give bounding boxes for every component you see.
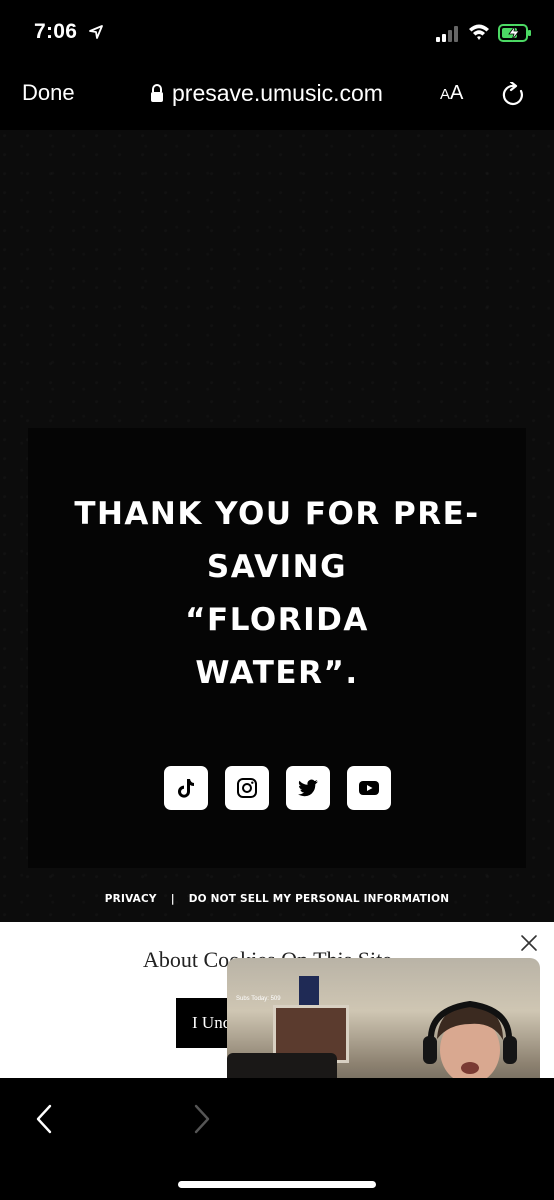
status-bar: 7:06 (0, 0, 554, 62)
reader-label-large: A (450, 82, 464, 104)
wifi-icon (469, 24, 489, 40)
tiktok-button[interactable] (164, 766, 208, 810)
privacy-link[interactable]: PRIVACY (105, 893, 157, 905)
location-arrow-icon (89, 25, 103, 39)
youtube-icon (359, 781, 379, 795)
footer-links: PRIVACY | DO NOT SELL MY PERSONAL INFORMAT… (0, 893, 554, 905)
reader-text-size-button[interactable]: AA (440, 82, 463, 105)
lock-icon (151, 84, 163, 102)
back-chevron-icon[interactable] (34, 1104, 54, 1134)
twitter-icon (298, 779, 318, 797)
thank-you-heading: THANK YOU FOR PRE- SAVING “FLORIDA WATER… (28, 488, 526, 700)
instagram-icon (237, 778, 257, 798)
forward-chevron-icon[interactable] (192, 1104, 212, 1134)
browser-toolbar: Done presave.umusic.com AA (0, 62, 554, 130)
close-icon[interactable] (520, 934, 538, 952)
browser-bottom-bar (0, 1078, 554, 1200)
url-text: presave.umusic.com (172, 79, 383, 106)
heading-line: THANK YOU FOR PRE- (74, 496, 480, 532)
twitter-button[interactable] (286, 766, 330, 810)
heading-line: SAVING (206, 549, 348, 585)
address-bar[interactable]: presave.umusic.com (150, 78, 383, 108)
heading-line: WATER”. (195, 655, 359, 691)
reload-icon[interactable] (502, 82, 526, 108)
page-content: THANK YOU FOR PRE- SAVING “FLORIDA WATER… (0, 130, 554, 922)
cellular-signal-icon (436, 26, 458, 42)
pip-caption: Subs Today: 509 (236, 996, 281, 1002)
instagram-button[interactable] (225, 766, 269, 810)
thank-you-card: THANK YOU FOR PRE- SAVING “FLORIDA WATER… (28, 428, 526, 868)
footer-separator: | (170, 893, 175, 905)
status-time: 7:06 (34, 20, 78, 43)
reader-label-small: A (440, 86, 451, 103)
battery-charging-icon (498, 24, 531, 42)
done-button[interactable]: Done (22, 80, 75, 106)
tiktok-icon (178, 779, 194, 798)
heading-line: “FLORIDA (185, 602, 369, 638)
home-indicator (178, 1181, 376, 1188)
do-not-sell-link[interactable]: DO NOT SELL MY PERSONAL INFORMATION (189, 893, 449, 905)
youtube-button[interactable] (347, 766, 391, 810)
social-links (164, 766, 391, 810)
